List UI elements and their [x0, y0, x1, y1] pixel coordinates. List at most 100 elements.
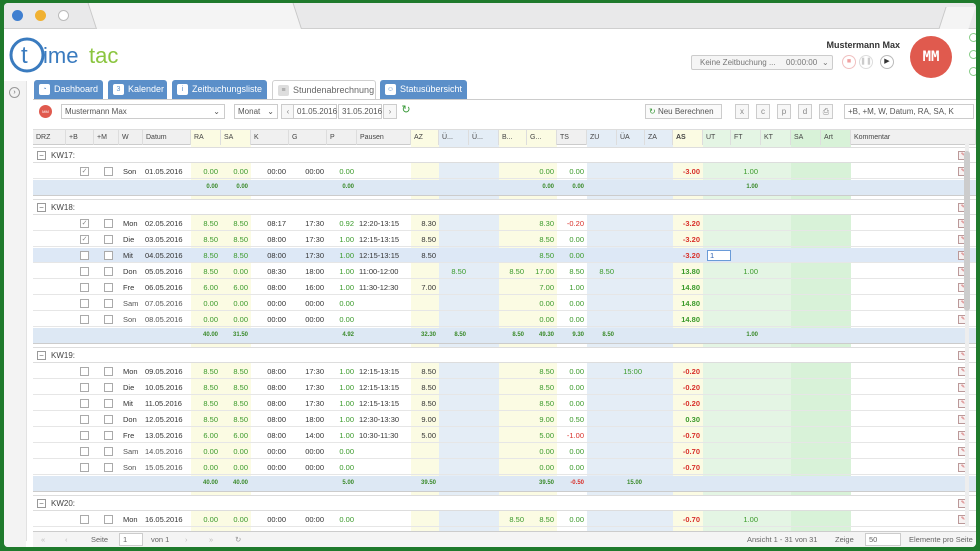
vertical-scrollbar[interactable]: [962, 143, 972, 527]
cell-ut[interactable]: 1: [707, 250, 731, 261]
pdf-export-icon[interactable]: p: [777, 104, 791, 119]
plus-m-checkbox[interactable]: [104, 167, 113, 176]
column-header[interactable]: RA: [191, 130, 221, 145]
column-header[interactable]: ZU: [587, 130, 617, 145]
column-header[interactable]: AS: [673, 130, 703, 145]
table-row[interactable]: ✓ Mon 02.05.2016 8.50 8.50 08:17 17:30 0.92 12:2…: [33, 216, 976, 231]
close-window-icon[interactable]: [12, 10, 23, 21]
minimize-window-icon[interactable]: [35, 10, 46, 21]
scrollbar-thumb[interactable]: [964, 151, 970, 311]
plus-b-checkbox[interactable]: [80, 315, 89, 324]
table-row[interactable]: Mon 09.05.2016 8.50 8.50 08:00 17:30 1.00 12:15…: [33, 364, 976, 379]
column-header[interactable]: UT: [703, 130, 731, 145]
plus-b-checkbox[interactable]: ✓: [80, 235, 89, 244]
document-export-icon[interactable]: d: [798, 104, 812, 119]
date-from-input[interactable]: 01.05.2016: [293, 104, 337, 119]
last-page-icon[interactable]: »: [209, 532, 213, 547]
sidebar-expand-icon[interactable]: ›: [9, 87, 20, 98]
column-header[interactable]: FT: [731, 130, 761, 145]
plus-b-checkbox[interactable]: [80, 299, 89, 308]
refresh-icon[interactable]: ↻: [399, 104, 413, 119]
column-header[interactable]: ÜA: [617, 130, 645, 145]
column-header[interactable]: TS: [557, 130, 587, 145]
table-row[interactable]: Mon 16.05.2016 0.00 0.00 00:00 00:00 0.00 8.50 8…: [33, 512, 976, 527]
plus-m-checkbox[interactable]: [104, 415, 113, 424]
column-header[interactable]: +M: [94, 130, 119, 145]
table-row[interactable]: Don 05.05.2016 8.50 0.00 08:30 18:00 1.00 11:00…: [33, 264, 976, 279]
table-row[interactable]: Son 15.05.2016 0.00 0.00 00:00 00:00 0.00 0.00 0…: [33, 460, 976, 475]
plus-b-checkbox[interactable]: [80, 283, 89, 292]
table-row[interactable]: Fre 13.05.2016 6.00 6.00 08:00 14:00 1.00 10:30…: [33, 428, 976, 443]
plus-m-checkbox[interactable]: [104, 463, 113, 472]
plus-b-checkbox[interactable]: [80, 415, 89, 424]
clock-status-box[interactable]: Keine Zeitbuchung ... 00:00:00 ⌄: [691, 55, 833, 70]
plus-b-checkbox[interactable]: [80, 431, 89, 440]
plus-m-checkbox[interactable]: [104, 299, 113, 308]
csv-export-icon[interactable]: c: [756, 104, 770, 119]
table-row[interactable]: Fre 06.05.2016 6.00 6.00 08:00 16:00 1.00 11:30…: [33, 280, 976, 295]
collapse-icon[interactable]: −: [37, 203, 46, 212]
table-row[interactable]: Die 10.05.2016 8.50 8.50 08:00 17:30 1.00 12:15…: [33, 380, 976, 395]
print-icon[interactable]: ⎙: [819, 104, 833, 119]
table-row[interactable]: Mit 11.05.2016 8.50 8.50 08:00 17:30 1.00 12:15…: [33, 396, 976, 411]
tab-zeitbuchungsliste[interactable]: i Zeitbuchungsliste: [172, 80, 267, 99]
first-page-icon[interactable]: «: [41, 532, 45, 547]
chevron-down-icon[interactable]: ⌄: [822, 56, 829, 69]
plus-b-checkbox[interactable]: [80, 515, 89, 524]
plus-b-checkbox[interactable]: [80, 367, 89, 376]
table-row[interactable]: Sam 14.05.2016 0.00 0.00 00:00 00:00 0.00 0.00 0…: [33, 444, 976, 459]
column-header[interactable]: Ü...: [469, 130, 499, 145]
tab-stundenabrechnung[interactable]: ≡ Stundenabrechnung: [272, 80, 376, 99]
column-header[interactable]: K: [251, 130, 289, 145]
plus-b-checkbox[interactable]: ✓: [80, 167, 89, 176]
plus-m-checkbox[interactable]: [104, 283, 113, 292]
column-header[interactable]: Datum: [143, 130, 191, 145]
group-header[interactable]: − KW17: ✎: [33, 147, 976, 163]
page-input[interactable]: 1: [119, 533, 143, 546]
play-icon[interactable]: ▶: [880, 55, 894, 69]
column-header[interactable]: AZ: [411, 130, 439, 145]
column-header[interactable]: Art: [821, 130, 851, 145]
new-tab-button[interactable]: [938, 7, 976, 29]
plus-b-checkbox[interactable]: [80, 447, 89, 456]
plus-b-checkbox[interactable]: ✓: [80, 219, 89, 228]
next-period-icon[interactable]: ›: [383, 104, 397, 119]
tab-kalender[interactable]: 3 Kalender: [108, 80, 167, 99]
plus-m-checkbox[interactable]: [104, 515, 113, 524]
plus-b-checkbox[interactable]: [80, 383, 89, 392]
column-header[interactable]: KT: [761, 130, 791, 145]
browser-tab[interactable]: [87, 3, 302, 29]
plus-m-checkbox[interactable]: [104, 399, 113, 408]
column-header[interactable]: SA: [221, 130, 251, 145]
plus-m-checkbox[interactable]: [104, 431, 113, 440]
table-row[interactable]: Mit 04.05.2016 8.50 8.50 08:00 17:30 1.00 12:15…: [33, 248, 976, 263]
employee-select[interactable]: Mustermann Max ⌄: [61, 104, 225, 119]
refresh-icon[interactable]: ↻: [235, 532, 241, 547]
plus-m-checkbox[interactable]: [104, 219, 113, 228]
plus-b-checkbox[interactable]: [80, 463, 89, 472]
previous-page-icon[interactable]: ‹: [65, 532, 68, 547]
table-row[interactable]: Don 12.05.2016 8.50 8.50 08:00 18:00 1.00 12:30…: [33, 412, 976, 427]
column-header[interactable]: P: [327, 130, 357, 145]
collapse-icon[interactable]: −: [37, 351, 46, 360]
plus-b-checkbox[interactable]: [80, 399, 89, 408]
plus-m-checkbox[interactable]: [104, 383, 113, 392]
user-name[interactable]: Mustermann Max: [794, 40, 900, 50]
plus-m-checkbox[interactable]: [104, 235, 113, 244]
tab-dashboard[interactable]: ◔ Dashboard: [34, 80, 103, 99]
column-header[interactable]: W: [119, 130, 143, 145]
group-header[interactable]: − KW20: ✎: [33, 495, 976, 511]
column-header[interactable]: G: [289, 130, 327, 145]
plus-b-checkbox[interactable]: [80, 267, 89, 276]
column-header[interactable]: +B: [66, 130, 94, 145]
excel-export-icon[interactable]: x: [735, 104, 749, 119]
collapse-icon[interactable]: −: [37, 499, 46, 508]
column-header[interactable]: Pausen: [357, 130, 411, 145]
column-header[interactable]: B...: [499, 130, 527, 145]
plus-b-checkbox[interactable]: [80, 251, 89, 260]
plus-m-checkbox[interactable]: [104, 315, 113, 324]
maximize-window-icon[interactable]: [58, 10, 69, 21]
next-page-icon[interactable]: ›: [185, 532, 188, 547]
tab-statusuebersicht[interactable]: ☺ Statusübersicht: [380, 80, 467, 99]
column-select[interactable]: +B, +M, W, Datum, RA, SA, K: [844, 104, 974, 119]
